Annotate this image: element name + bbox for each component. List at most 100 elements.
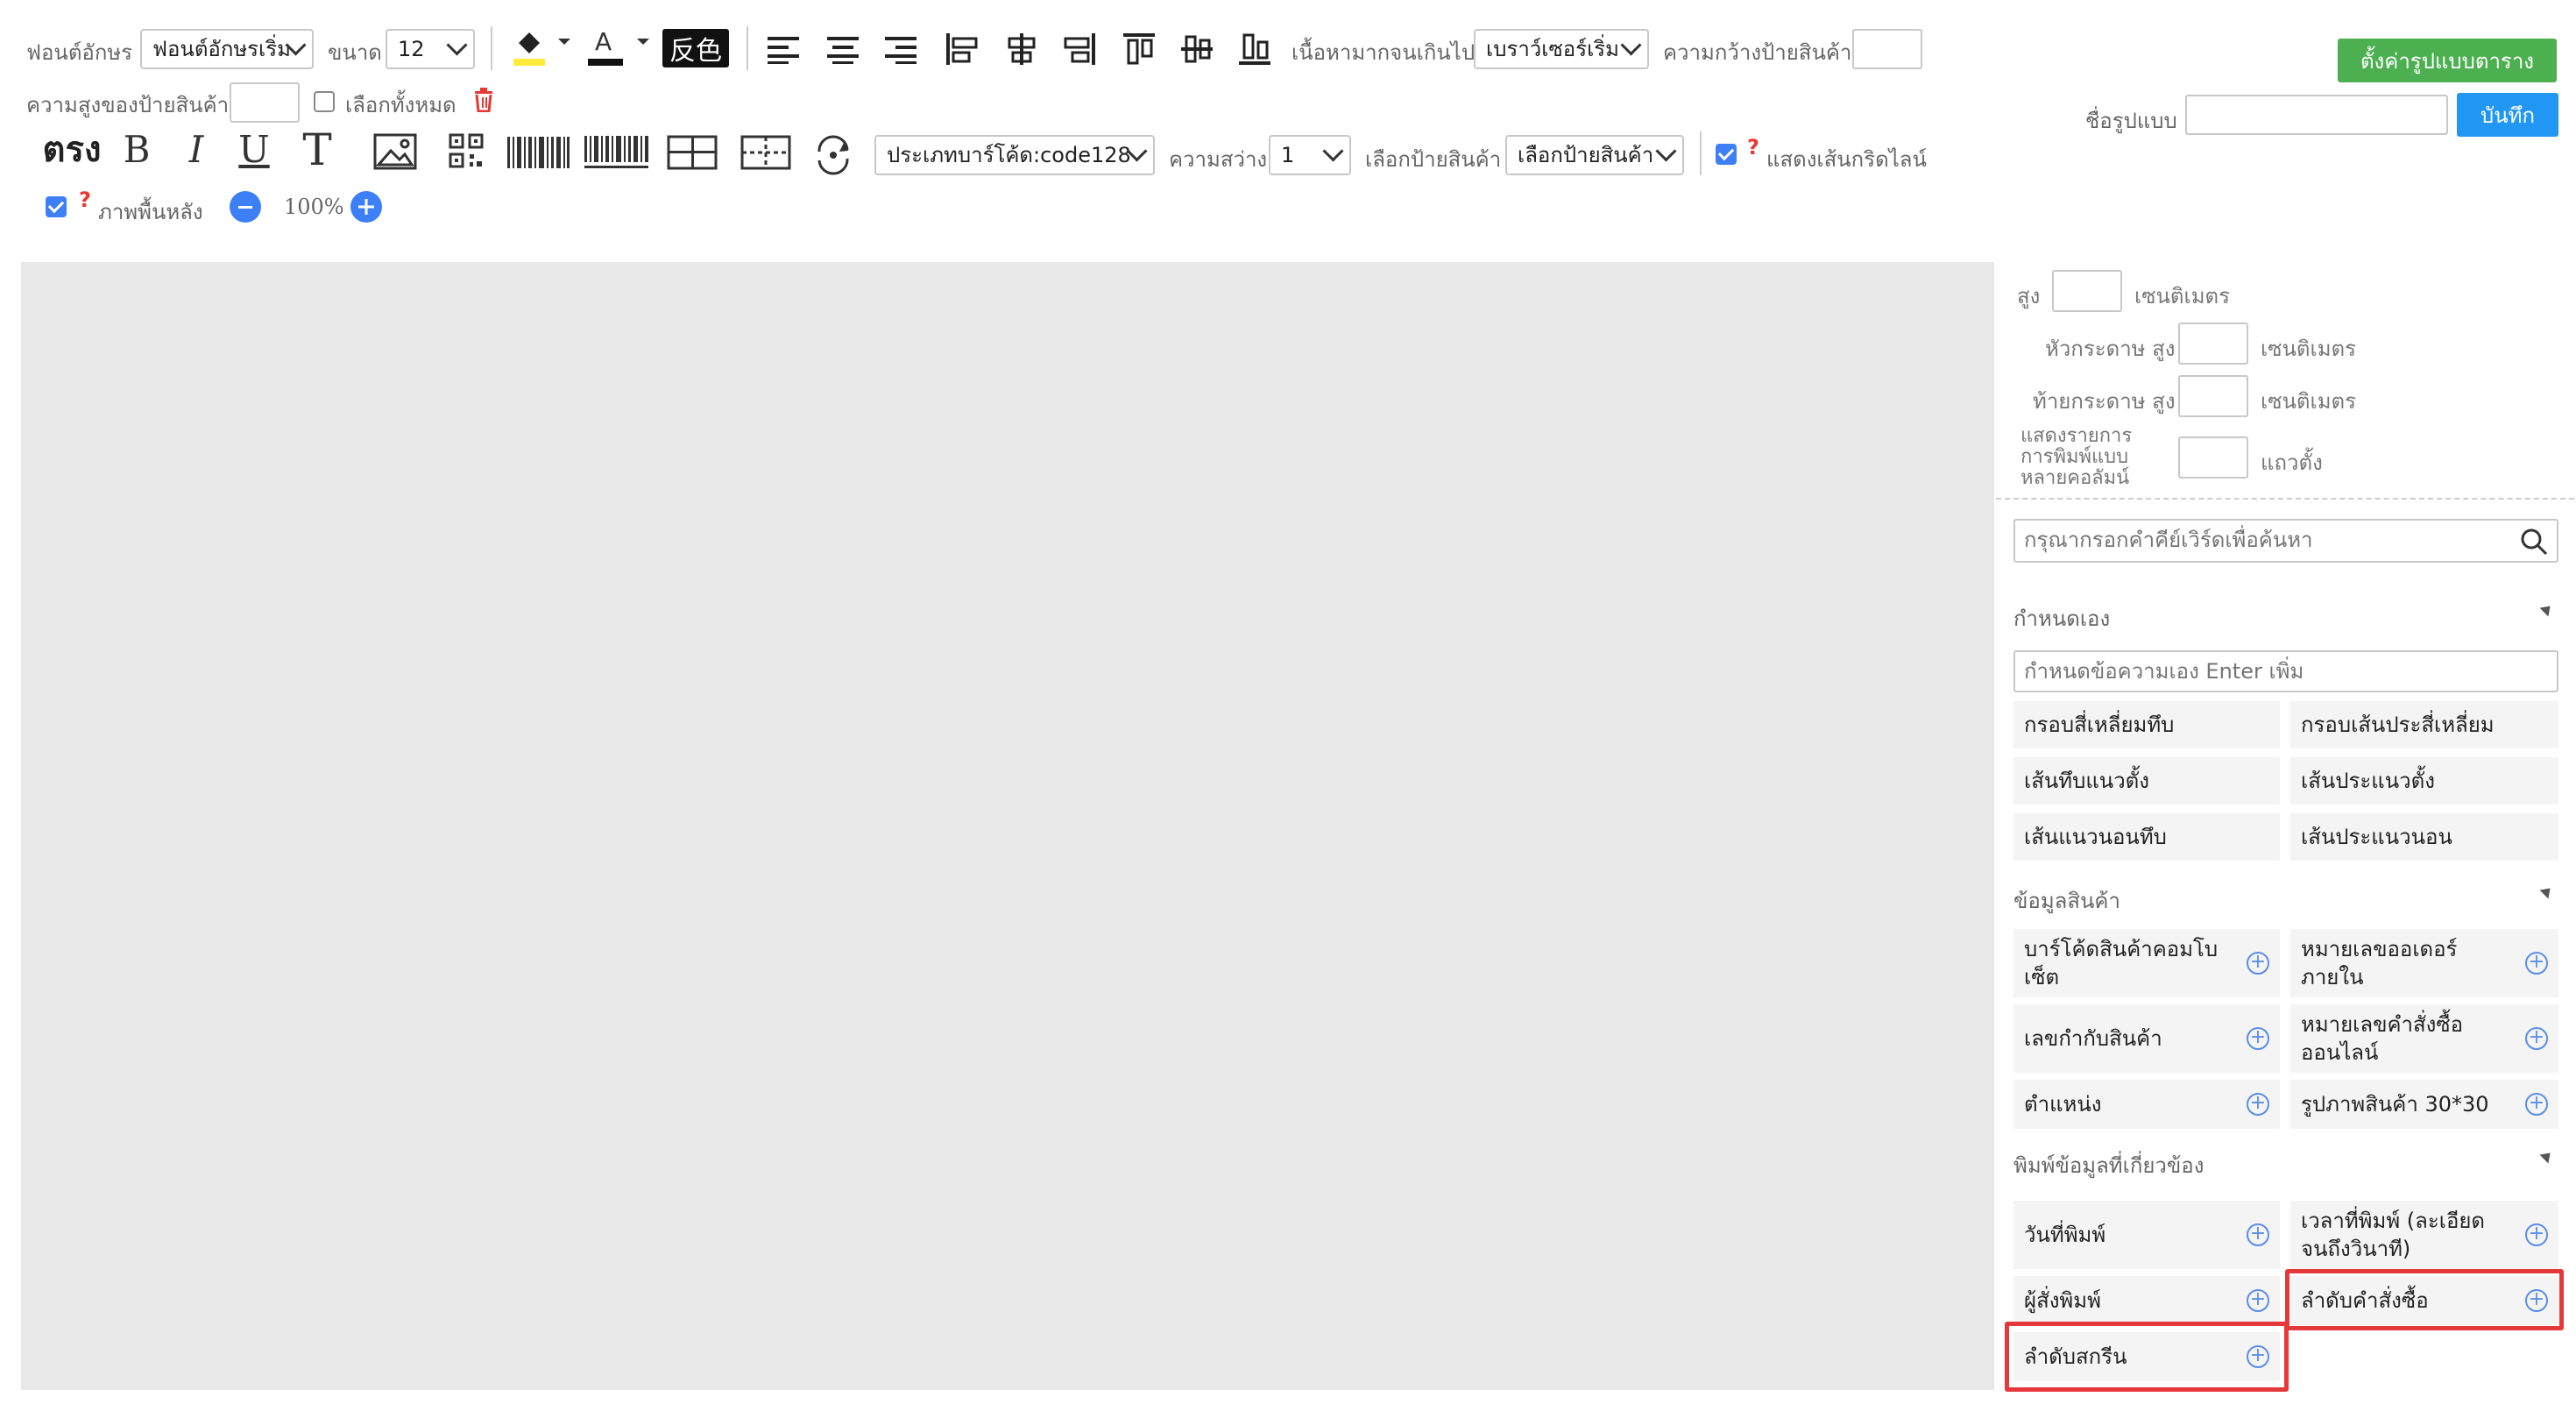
add-circle-icon[interactable]: + [2247, 1223, 2269, 1246]
trash-icon[interactable] [470, 86, 498, 114]
highlight-order-sequence [2285, 1269, 2564, 1330]
choose-label-select[interactable]: เลือกป้ายสินค้า [1505, 135, 1684, 175]
divider [491, 26, 492, 70]
align-left-icon[interactable] [762, 29, 804, 69]
divider [1700, 131, 1702, 175]
add-circle-icon[interactable]: + [2247, 1027, 2269, 1050]
add-circle-icon[interactable]: + [2525, 952, 2548, 975]
underline-button[interactable]: U [235, 124, 273, 174]
bold-thai-label: ตรง [42, 130, 102, 170]
highlight-screen-sequence [2005, 1322, 2289, 1392]
barcode-icon[interactable] [506, 133, 571, 172]
zoom-in-icon[interactable] [350, 191, 382, 223]
chevron-down-icon[interactable] [633, 32, 654, 53]
search-field[interactable] [2013, 519, 2558, 563]
collapse-icon[interactable] [2539, 1148, 2555, 1164]
bold-thai-button[interactable]: ตรง [35, 124, 109, 174]
divider [1996, 498, 2574, 500]
collapse-icon[interactable] [2539, 883, 2555, 899]
custom-item-solid-rect[interactable]: กรอบสี่เหลี่ยมทึบ [2013, 701, 2280, 748]
add-circle-icon[interactable]: + [2525, 1223, 2548, 1246]
select-all-checkbox[interactable] [314, 91, 335, 112]
background-checkbox[interactable] [46, 196, 67, 217]
align-horizontal-center-icon[interactable] [1001, 29, 1043, 69]
set-template-button[interactable]: ตั้งค่ารูปแบบตาราง [2338, 39, 2557, 82]
print-item-time[interactable]: เวลาที่พิมพ์ (ละเอียดจนถึงวินาที) + [2290, 1201, 2558, 1269]
show-grid-checkbox[interactable] [1716, 144, 1737, 165]
height-input[interactable] [2052, 270, 2122, 312]
product-item-location[interactable]: ตำแหน่ง + [2013, 1080, 2280, 1129]
brightness-select[interactable]: 1 [1269, 135, 1351, 175]
product-item-online-order[interactable]: หมายเลขคำสั่งซื้อออนไลน์ + [2290, 1004, 2558, 1073]
help-icon[interactable]: ? [1747, 135, 1759, 160]
search-icon[interactable] [2520, 528, 2548, 559]
custom-item-dashed-vline[interactable]: เส้นประแนวตั้ง [2290, 757, 2558, 805]
item-label: รูปภาพสินค้า 30*30 [2301, 1092, 2489, 1117]
image-icon[interactable] [372, 131, 419, 172]
footer-height-input[interactable] [2178, 375, 2248, 417]
zoom-out-icon[interactable] [230, 191, 261, 223]
chevron-down-icon[interactable] [554, 32, 575, 53]
custom-text-field[interactable] [2013, 650, 2558, 692]
custom-item-solid-vline[interactable]: เส้นทึบแนวตั้ง [2013, 757, 2280, 805]
print-item-date[interactable]: วันที่พิมพ์ + [2013, 1201, 2280, 1269]
design-canvas[interactable] [21, 262, 1994, 1390]
align-right-edge-icon[interactable] [1058, 29, 1100, 69]
custom-item-dashed-rect[interactable]: กรอบเส้นประสี่เหลี่ยม [2290, 701, 2558, 748]
product-item-product-code[interactable]: เลขกำกับสินค้า + [2013, 1004, 2280, 1073]
background-label: ภาพพื้นหลัง [98, 200, 203, 224]
align-top-edge-icon[interactable] [1118, 29, 1160, 69]
select-all-label: เลือกทั้งหมด [345, 93, 456, 117]
help-icon[interactable]: ? [79, 188, 91, 212]
custom-text-input[interactable] [2015, 652, 2558, 691]
show-grid-label: แสดงเส้นกริดไลน์ [1766, 147, 1927, 172]
barcode-with-text-icon[interactable] [584, 133, 652, 172]
item-label: เส้นแนวนอนทึบ [2024, 825, 2167, 849]
item-label: เวลาที่พิมพ์ (ละเอียดจนถึงวินาที) [2301, 1209, 2485, 1261]
print-item-printer[interactable]: ผู้สั่งพิมพ์ + [2013, 1276, 2280, 1325]
align-center-icon[interactable] [822, 29, 864, 69]
custom-item-dashed-hline[interactable]: เส้นประแนวนอน [2290, 813, 2558, 861]
header-height-input[interactable] [2178, 323, 2248, 365]
product-item-internal-order[interactable]: หมายเลขออเดอร์ภายใน + [2290, 929, 2558, 997]
fill-color-icon[interactable] [508, 25, 550, 68]
label-width-input[interactable] [1852, 29, 1922, 69]
bold-button[interactable]: B [119, 124, 154, 174]
qrcode-icon[interactable] [447, 131, 485, 170]
product-item-image[interactable]: รูปภาพสินค้า 30*30 + [2290, 1080, 2558, 1129]
product-item-combo-barcode[interactable]: บาร์โค้ดสินค้าคอมโบเซ็ต + [2013, 929, 2280, 997]
rotate-icon[interactable] [811, 133, 855, 177]
item-label: บาร์โค้ดสินค้าคอมโบเซ็ต [2024, 937, 2219, 989]
template-name-input[interactable] [2185, 95, 2448, 135]
barcode-type-select[interactable]: ประเภทบาร์โค้ด:code128 [874, 135, 1155, 175]
font-color-icon[interactable]: A [584, 25, 627, 68]
divider [747, 26, 748, 70]
columns-label-line-2: การพิมพ์แบบ [2020, 446, 2129, 468]
align-vertical-center-icon[interactable] [1176, 29, 1218, 69]
overflow-select[interactable]: เบราว์เซอร์เริ่ม [1474, 29, 1649, 69]
save-button[interactable]: บันทึก [2457, 93, 2558, 137]
template-name-label: ชื่อรูปแบบ [2085, 109, 2177, 133]
collapse-icon[interactable] [2539, 601, 2555, 617]
columns-input[interactable] [2178, 436, 2248, 479]
custom-item-solid-hline[interactable]: เส้นแนวนอนทึบ [2013, 813, 2280, 861]
search-input[interactable] [2015, 521, 2523, 559]
invert-color-button[interactable]: 反色 [662, 29, 729, 67]
add-circle-icon[interactable]: + [2525, 1093, 2548, 1116]
add-circle-icon[interactable]: + [2247, 1289, 2269, 1312]
align-left-edge-icon[interactable] [941, 29, 983, 69]
align-bottom-edge-icon[interactable] [1234, 29, 1276, 69]
label-height-input[interactable] [230, 82, 300, 123]
add-circle-icon[interactable]: + [2525, 1027, 2548, 1050]
dashed-table-icon[interactable] [740, 133, 792, 172]
size-select[interactable]: 12 [386, 29, 475, 69]
align-right-icon[interactable] [880, 29, 922, 69]
add-circle-icon[interactable]: + [2247, 1093, 2269, 1116]
text-tool-label: T [302, 124, 332, 175]
table-icon[interactable] [666, 133, 718, 172]
text-tool-button[interactable]: T [296, 124, 338, 175]
italic-button[interactable]: I [179, 124, 214, 174]
font-select[interactable]: ฟอนต์อักษรเริ่ม [140, 29, 314, 69]
font-label: ฟอนต์อักษร [26, 40, 133, 65]
add-circle-icon[interactable]: + [2247, 952, 2269, 975]
